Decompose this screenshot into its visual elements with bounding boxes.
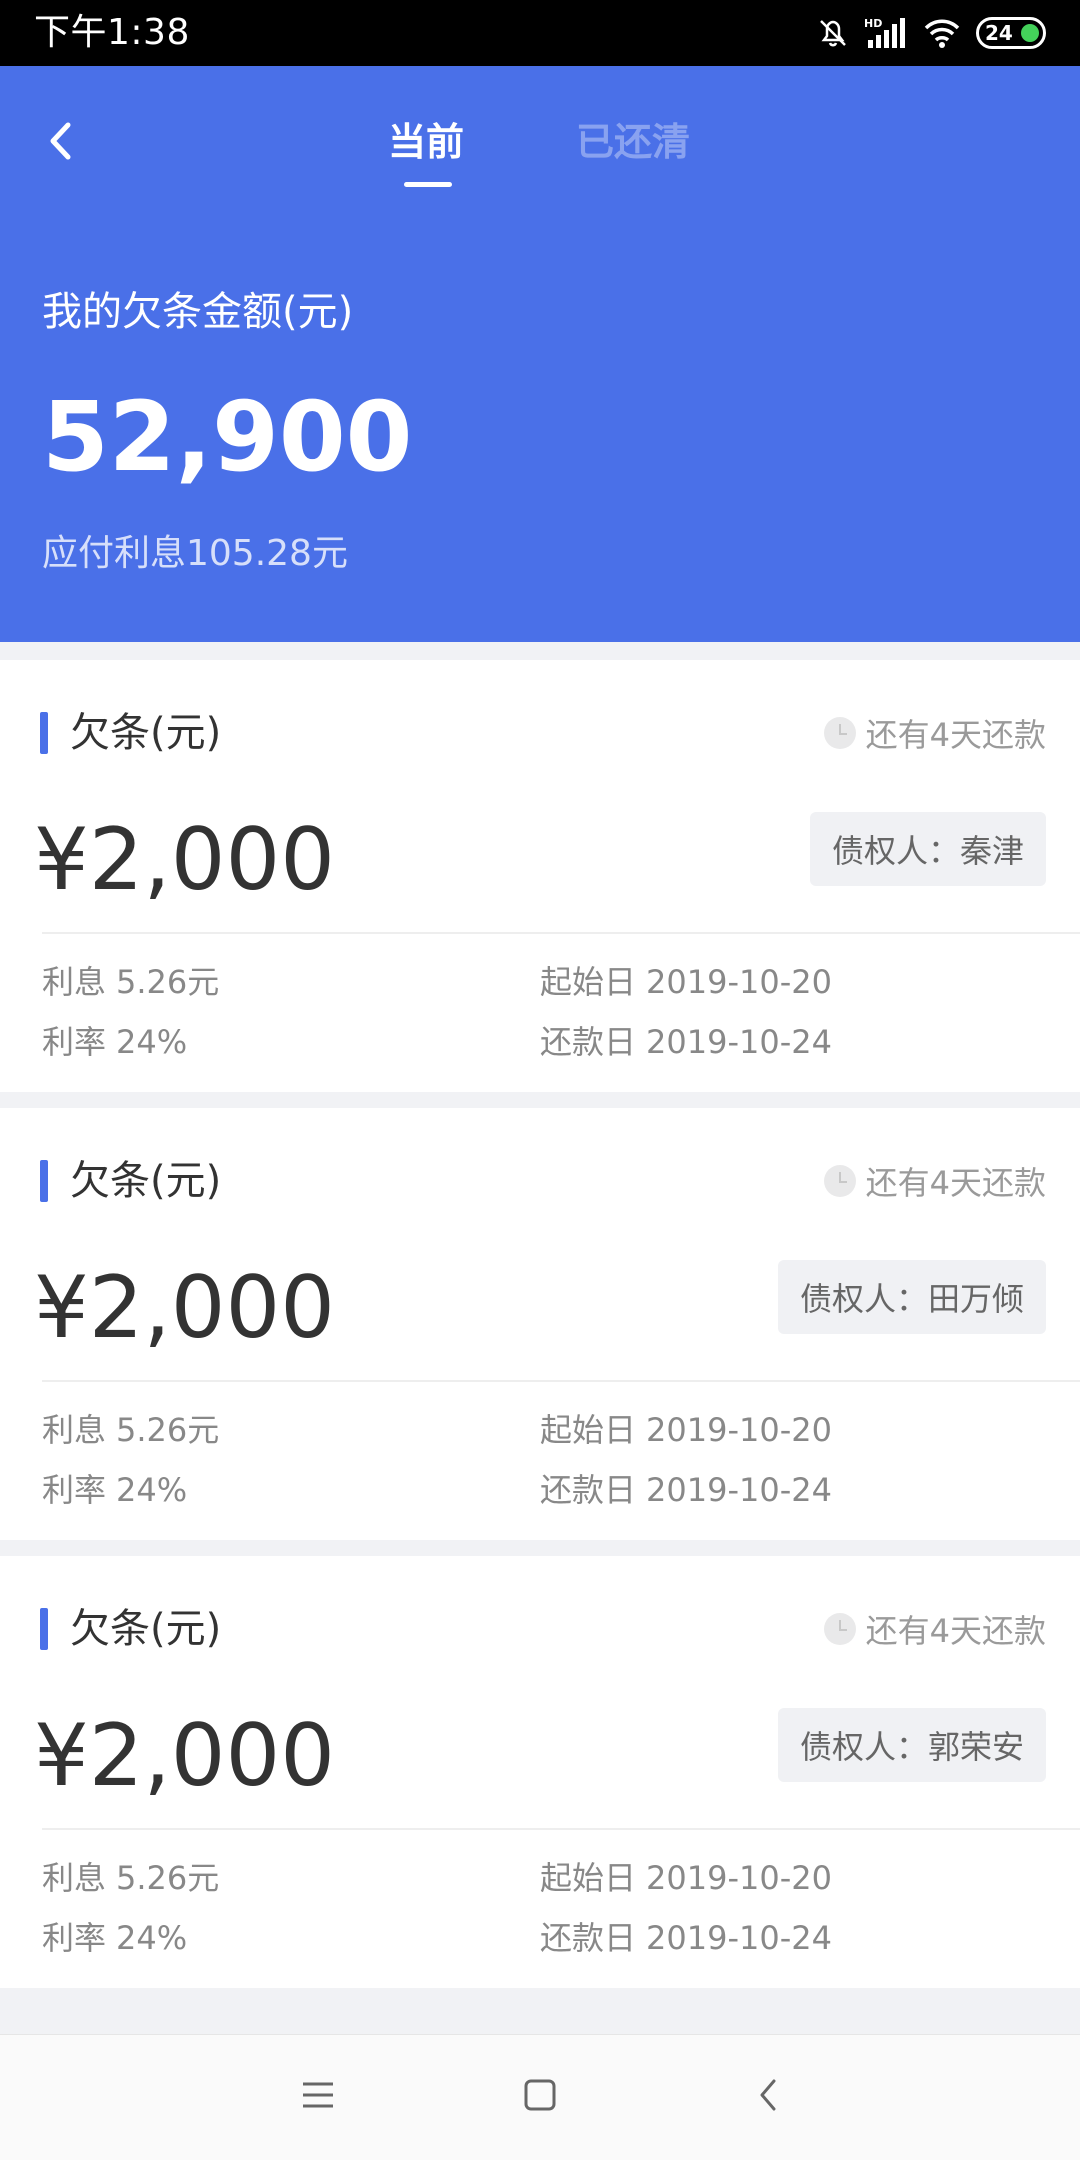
divider [42,1828,1080,1830]
menu-icon [303,2082,333,2108]
menu-button[interactable] [278,2065,358,2125]
tab-paid-off[interactable]: 已还清 [576,102,690,182]
status-icons: HD 24 [816,12,1046,54]
interest-detail: 利息 5.26元 [42,962,219,1002]
screen: 下午1:38 HD 24 当前 已还清 我的欠条金额(元) 52,900 应付利… [0,0,1080,2160]
status-time: 下午1:38 [34,12,190,53]
header: 当前 已还清 我的欠条金额(元) 52,900 应付利息105.28元 [0,66,1080,642]
start-date-label: 起始日 [540,1859,637,1897]
rate-label: 利率 [42,1023,107,1061]
due-countdown: 还有4天还款 [823,1156,1046,1206]
interest-value: 5.26元 [116,1859,220,1897]
card-amount: ¥2,000 [34,1706,335,1806]
title-accent-bar [40,1608,48,1650]
due-countdown: 还有4天还款 [823,708,1046,758]
rate-detail: 利率 24% [42,1470,187,1510]
due-countdown: 还有4天还款 [823,1604,1046,1654]
mute-icon [820,20,846,47]
due-text: 还有4天还款 [865,716,1046,754]
repay-date-detail: 还款日 2019-10-24 [540,1022,832,1062]
creditor-badge: 债权人：郭荣安 [777,1708,1046,1782]
start-date-label: 起始日 [540,963,637,1001]
debt-amount-total: 52,900 [42,381,413,493]
divider [42,1380,1080,1382]
wifi-icon [924,19,960,48]
start-date-value: 2019-10-20 [646,1411,832,1449]
repay-date-label: 还款日 [540,1023,637,1061]
repay-date-detail: 还款日 2019-10-24 [540,1470,832,1510]
rate-value: 24% [116,1023,188,1061]
due-text: 还有4天还款 [865,1612,1046,1650]
repay-date-detail: 还款日 2019-10-24 [540,1918,832,1958]
interest-detail: 利息 5.26元 [42,1410,219,1450]
card-amount: ¥2,000 [34,1258,335,1358]
start-date-detail: 起始日 2019-10-20 [540,1858,832,1898]
clock-icon [823,1165,856,1197]
creditor-badge: 债权人：田万倾 [777,1260,1046,1334]
iou-card[interactable]: 欠条(元) 还有4天还款 ¥2,000 债权人：秦津 利息 5.26元 利率 24%… [0,660,1080,1092]
repay-date-label: 还款日 [540,1471,637,1509]
card-title: 欠条(元) [70,710,222,756]
interest-detail: 利息 5.26元 [42,1858,219,1898]
interest-value: 5.26元 [116,963,220,1001]
interest-label: 利息 [42,1411,107,1449]
rate-detail: 利率 24% [42,1918,187,1958]
clock-icon [823,1613,856,1645]
start-date-label: 起始日 [540,1411,637,1449]
repay-date-value: 2019-10-24 [646,1471,832,1509]
start-date-value: 2019-10-20 [646,1859,832,1897]
svg-text:HD: HD [864,17,882,30]
interest-value: 5.26元 [116,1411,220,1449]
rate-detail: 利率 24% [42,1022,187,1062]
active-tab-indicator [404,182,452,187]
rate-value: 24% [116,1471,188,1509]
repay-date-value: 2019-10-24 [646,1919,832,1957]
hd-signal-icon: HD [864,17,905,48]
interest-label: 利息 [42,963,107,1001]
iou-card[interactable]: 欠条(元) 还有4天还款 ¥2,000 债权人：郭荣安 利息 5.26元 利率 24… [0,1556,1080,1988]
interest-payable: 应付利息105.28元 [42,533,348,574]
clock-icon [823,717,856,749]
divider [42,932,1080,934]
rate-label: 利率 [42,1471,107,1509]
title-accent-bar [40,1160,48,1202]
repay-date-value: 2019-10-24 [646,1023,832,1061]
battery-level: 24 [985,21,1013,45]
card-title: 欠条(元) [70,1606,222,1652]
chevron-left-icon [50,122,71,160]
tab-current[interactable]: 当前 [388,102,464,182]
due-text: 还有4天还款 [865,1164,1046,1202]
debt-amount-label: 我的欠条金额(元) [42,289,354,335]
iou-card[interactable]: 欠条(元) 还有4天还款 ¥2,000 债权人：田万倾 利息 5.26元 利率 24… [0,1108,1080,1540]
status-bar: 下午1:38 HD 24 [0,0,1080,66]
card-title: 欠条(元) [70,1158,222,1204]
back-button[interactable] [34,106,84,176]
home-button[interactable] [500,2065,580,2125]
repay-date-label: 还款日 [540,1919,637,1957]
creditor-badge: 债权人：秦津 [809,812,1046,886]
start-date-detail: 起始日 2019-10-20 [540,962,832,1002]
battery-icon: 24 [976,17,1046,49]
interest-label: 利息 [42,1859,107,1897]
nav-back-button[interactable] [728,2065,808,2125]
system-nav-bar [0,2034,1080,2160]
back-icon [760,2079,776,2111]
rate-label: 利率 [42,1919,107,1957]
start-date-value: 2019-10-20 [646,963,832,1001]
title-accent-bar [40,712,48,754]
rate-value: 24% [116,1919,188,1957]
home-icon [524,2079,556,2111]
card-amount: ¥2,000 [34,810,335,910]
start-date-detail: 起始日 2019-10-20 [540,1410,832,1450]
